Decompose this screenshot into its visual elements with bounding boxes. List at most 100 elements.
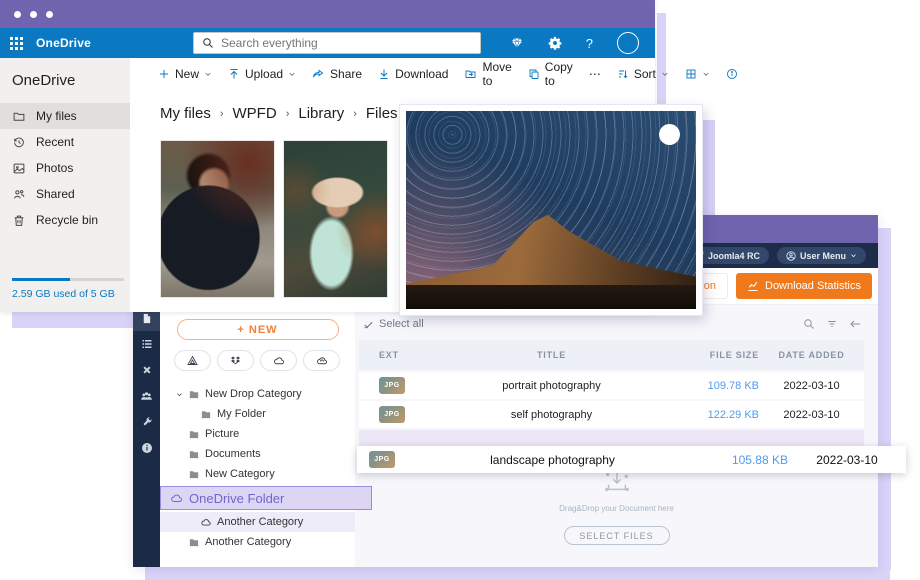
copy-to-button[interactable]: Copy to [520,60,581,88]
settings-button[interactable] [548,36,562,50]
grid-view-icon [685,68,697,80]
help-button[interactable]: ? [586,36,593,51]
plugin-icon [141,364,153,376]
folder-icon [188,537,200,548]
upload-button[interactable]: Upload [220,67,304,81]
user-menu-button[interactable]: User Menu [777,247,866,264]
tree-item-onedrive-folder[interactable]: OneDrive Folder [160,486,372,510]
file-row[interactable]: JPG portrait photography 109.78 KB 2022-… [359,372,864,399]
sidebar-item-photos[interactable]: Photos [0,155,130,181]
file-title: portrait photography [439,380,664,392]
copy-icon [528,68,540,80]
view-button[interactable] [677,68,718,80]
tree-item-another-category-cloud[interactable]: Another Category [160,512,372,532]
tree-item-new-category[interactable]: New Category [160,464,355,484]
photo-self-photography[interactable] [283,140,388,298]
back-button[interactable] [849,318,862,330]
storage-text: 2.59 GB used of 5 GB [12,288,124,300]
more-button[interactable]: ⋯ [581,67,609,81]
breadcrumb-files[interactable]: Files [366,105,398,122]
files-tools [803,318,862,330]
plugins-nav-icon[interactable] [133,357,160,383]
chevron-down-icon [702,70,710,78]
header-icons: ? [510,32,655,54]
settings-nav-icon[interactable] [133,409,160,435]
search-files-button[interactable] [803,318,815,330]
download-button[interactable]: Download [370,67,456,81]
statistics-icon [747,280,759,292]
tree-item-my-folder[interactable]: My Folder [160,404,355,424]
search-input[interactable] [221,36,441,50]
arrow-left-icon [849,318,862,330]
breadcrumb-library[interactable]: Library [298,105,344,122]
avatar[interactable] [617,32,639,54]
cloud-services-row [174,350,355,371]
move-to-button[interactable]: Move to [456,60,519,88]
window-control-dot[interactable] [14,11,21,18]
file-date: 2022-03-10 [759,409,864,421]
file-date: 2022-03-10 [759,380,864,392]
header-date: DATE ADDED [759,350,864,360]
app-launcher-icon[interactable] [10,37,23,50]
info-icon [726,68,738,80]
folder-icon [188,429,200,440]
search-box[interactable] [193,32,481,54]
new-button[interactable]: New [150,67,220,81]
download-statistics-button[interactable]: Download Statistics [736,273,872,299]
google-drive-button[interactable] [174,350,211,371]
onedrive-sidebar: OneDrive My files Recent [0,58,130,312]
details-button[interactable] [718,68,746,80]
file-row[interactable]: JPG self photography 122.29 KB 2022-03-1… [359,401,864,428]
select-files-button[interactable]: SELECT FILES [564,526,670,545]
photo-landscape-photography[interactable] [400,105,702,315]
header-title: TITLE [439,350,664,360]
tree-item-another-category[interactable]: Another Category [160,532,355,552]
select-all-button[interactable]: Select all [363,318,424,330]
sidebar-item-my-files[interactable]: My files [0,103,130,129]
cloud-service-button[interactable] [303,350,340,371]
dropzone-text: Drag&Drop your Document here [559,504,674,513]
search-icon [202,37,214,49]
tree-item-documents[interactable]: Documents [160,444,355,464]
info-nav-icon[interactable] [133,435,160,461]
sidebar-item-shared[interactable]: Shared [0,181,130,207]
clock-icon [12,136,26,149]
filter-icon [826,318,838,330]
folder-icon [188,449,200,460]
sort-button[interactable]: Sort [609,67,677,81]
user-icon [786,251,796,261]
breadcrumb-wpfd[interactable]: WPFD [233,105,277,122]
cloud-icon [169,492,184,505]
window-control-dot[interactable] [46,11,53,18]
move-folder-icon [464,68,477,80]
filter-button[interactable] [826,318,838,330]
breadcrumb-my-files[interactable]: My files [160,105,211,122]
photo-portrait-photography[interactable] [160,140,275,298]
dropbox-button[interactable] [217,350,254,371]
list-icon [141,338,153,350]
mountain-base [406,285,696,309]
categories-nav-icon[interactable] [133,331,160,357]
category-tree: New Drop Category My Folder Picture Docu… [160,384,355,552]
file-type-badge: JPG [379,406,405,423]
tree-item-new-drop-category[interactable]: New Drop Category [160,384,355,404]
share-button[interactable]: Share [304,67,370,81]
storage-bar [12,278,124,281]
dragged-file-row[interactable]: JPG landscape photography 105.88 KB 2022… [357,446,906,473]
breadcrumb-separator: › [220,108,224,120]
sidebar-item-recent[interactable]: Recent [0,129,130,155]
diamond-icon [510,37,524,49]
premium-button[interactable] [510,37,524,49]
onedrive-cloud-button[interactable] [260,350,297,371]
window-control-dot[interactable] [30,11,37,18]
chevron-down-icon [661,70,669,78]
storage-meter: 2.59 GB used of 5 GB [12,278,124,300]
dropzone[interactable]: Drag&Drop your Document here SELECT FILE… [355,457,878,567]
sidebar-item-recycle-bin[interactable]: Recycle bin [0,207,130,233]
users-nav-icon[interactable] [133,383,160,409]
tree-item-picture[interactable]: Picture [160,424,355,444]
search-icon [803,318,815,330]
photo-icon [12,162,26,175]
new-category-button[interactable]: + NEW [177,319,339,340]
cloud-icon [200,517,212,528]
